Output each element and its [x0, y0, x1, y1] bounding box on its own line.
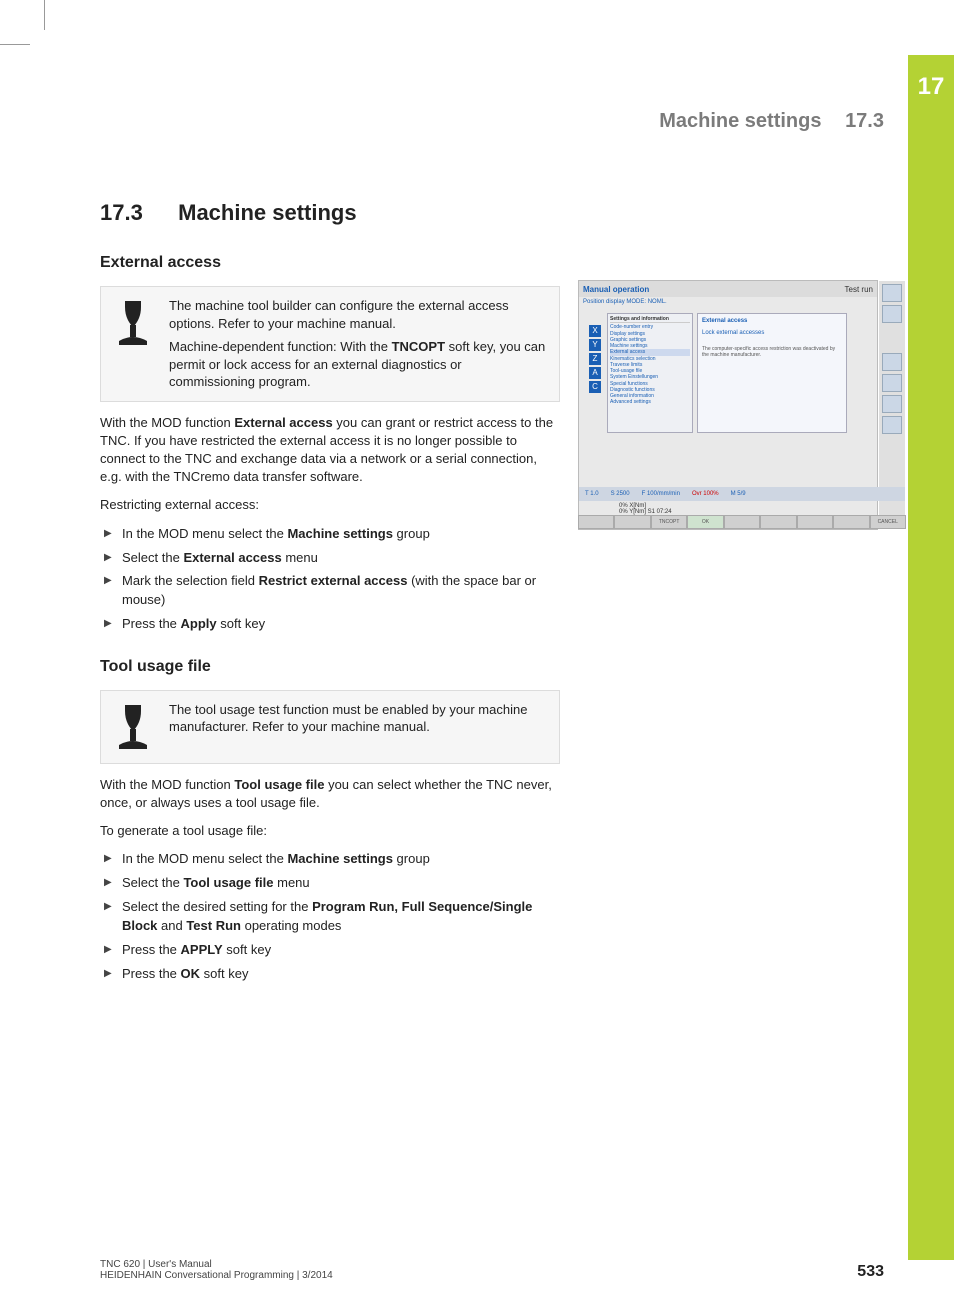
list-item: ▶ Press the Apply soft key: [100, 615, 560, 634]
triangle-bullet-icon: ▶: [104, 900, 112, 915]
note-text: The tool usage test function must be ena…: [169, 701, 547, 753]
ss-position-display: Position display MODE: NOML.: [579, 297, 877, 307]
crop-marks: [0, 0, 954, 50]
ss-softkey-row: TNCOPT OK CANCEL: [578, 515, 906, 529]
page-footer: TNC 620 | User's Manual HEIDENHAIN Conve…: [100, 1259, 884, 1281]
sidebar-button-icon: [882, 374, 902, 392]
ss-titlebar: Manual operation Test run: [579, 281, 877, 297]
status-f: F 100/mm/min: [642, 491, 680, 497]
section-number: 17.3: [100, 200, 172, 226]
list-item: ▶ In the MOD menu select the Machine set…: [100, 525, 560, 544]
ss-axis-column: X Y Z A C: [589, 325, 601, 395]
ext-access-intro: Restricting external access:: [100, 496, 560, 514]
softkey-cancel: CANCEL: [870, 515, 906, 529]
ext-access-steps: ▶ In the MOD menu select the Machine set…: [100, 525, 560, 634]
list-item: ▶ Press the OK soft key: [100, 965, 560, 984]
note-p1: The machine tool builder can configure t…: [169, 297, 547, 332]
ss-mode-left: Manual operation: [583, 285, 649, 294]
note-box-external-access: The machine tool builder can configure t…: [100, 286, 560, 402]
panel-note: The computer-specific access restriction…: [702, 346, 842, 358]
list-item: ▶ Select the desired setting for the Pro…: [100, 898, 560, 936]
sidebar-button-icon: [882, 305, 902, 323]
tool-usage-paragraph: With the MOD function Tool usage file yo…: [100, 776, 560, 812]
ss-body: X Y Z A C Settings and information Code-…: [579, 307, 877, 477]
list-item: ▶ Select the External access menu: [100, 549, 560, 568]
axis-label: Z: [589, 353, 601, 365]
triangle-bullet-icon: ▶: [104, 527, 112, 542]
axis-label: C: [589, 381, 601, 393]
triangle-bullet-icon: ▶: [104, 967, 112, 982]
axis-label: Y: [589, 339, 601, 351]
status-ovr: Ovr 100%: [692, 491, 719, 497]
section-name: Machine settings: [178, 200, 356, 225]
triangle-bullet-icon: ▶: [104, 852, 112, 867]
triangle-bullet-icon: ▶: [104, 943, 112, 958]
ss-statusbar: T 1.0 S 2500 F 100/mm/min Ovr 100% M 5/9: [579, 487, 905, 501]
section-title: 17.3 Machine settings: [100, 200, 860, 226]
panel-title: External access: [702, 318, 842, 324]
triangle-bullet-icon: ▶: [104, 617, 112, 632]
note-p2: Machine-dependent function: With the TNC…: [169, 338, 547, 391]
ss-settings-tree: Settings and information Code-number ent…: [607, 313, 693, 433]
machine-builder-icon: [111, 701, 155, 753]
page-number: 533: [857, 1263, 884, 1281]
ext-access-paragraph: With the MOD function External access yo…: [100, 414, 560, 487]
triangle-bullet-icon: ▶: [104, 551, 112, 566]
softkey: [724, 515, 760, 529]
chapter-number: 17: [908, 55, 954, 101]
ss-mode-right: Test run: [845, 285, 873, 294]
softkey: [797, 515, 833, 529]
sidebar-button-icon: [882, 284, 902, 302]
tnc-screenshot: Manual operation Test run Position displ…: [578, 280, 878, 530]
ss-panel: External access Lock external accesses T…: [697, 313, 847, 433]
note-p: The tool usage test function must be ena…: [169, 701, 547, 736]
heading-tool-usage: Tool usage file: [100, 658, 860, 676]
triangle-bullet-icon: ▶: [104, 574, 112, 589]
ss-feed: 0% X[Nm] 0% Y[Nm] S1 07:24: [619, 503, 672, 515]
softkey: [578, 515, 614, 529]
tree-item: Advanced settings: [610, 399, 690, 405]
footer-text: TNC 620 | User's Manual HEIDENHAIN Conve…: [100, 1259, 333, 1281]
tool-usage-intro: To generate a tool usage file:: [100, 822, 560, 840]
status-s: S 2500: [611, 491, 630, 497]
running-header: Machine settings 17.3: [659, 110, 884, 133]
softkey: [614, 515, 650, 529]
panel-lock-label: Lock external accesses: [702, 330, 842, 336]
list-item: ▶ In the MOD menu select the Machine set…: [100, 850, 560, 869]
heading-external-access: External access: [100, 254, 860, 272]
footer-line1: TNC 620 | User's Manual: [100, 1259, 333, 1270]
machine-builder-icon: [111, 297, 155, 391]
list-item: ▶ Mark the selection field Restrict exte…: [100, 572, 560, 610]
list-item: ▶ Select the Tool usage file menu: [100, 874, 560, 893]
sidebar-button-icon: [882, 416, 902, 434]
triangle-bullet-icon: ▶: [104, 876, 112, 891]
list-item: ▶ Press the APPLY soft key: [100, 941, 560, 960]
status-t: T 1.0: [585, 491, 599, 497]
chapter-side-tab: 17: [908, 55, 954, 1260]
note-box-tool-usage: The tool usage test function must be ena…: [100, 690, 560, 764]
softkey-ok: OK: [687, 515, 723, 529]
sidebar-button-icon: [882, 395, 902, 413]
softkey: [833, 515, 869, 529]
status-m: M 5/9: [731, 491, 746, 497]
softkey: [760, 515, 796, 529]
footer-line2: HEIDENHAIN Conversational Programming | …: [100, 1270, 333, 1281]
page-content: 17.3 Machine settings External access Th…: [100, 200, 860, 1008]
axis-label: X: [589, 325, 601, 337]
softkey-tncopt: TNCOPT: [651, 515, 687, 529]
tool-usage-steps: ▶ In the MOD menu select the Machine set…: [100, 850, 560, 983]
note-text: The machine tool builder can configure t…: [169, 297, 547, 391]
tree-header: Settings and information: [610, 316, 690, 323]
running-header-title: Machine settings: [659, 110, 821, 132]
axis-label: A: [589, 367, 601, 379]
running-header-section: 17.3: [845, 110, 884, 132]
sidebar-button-icon: [882, 353, 902, 371]
